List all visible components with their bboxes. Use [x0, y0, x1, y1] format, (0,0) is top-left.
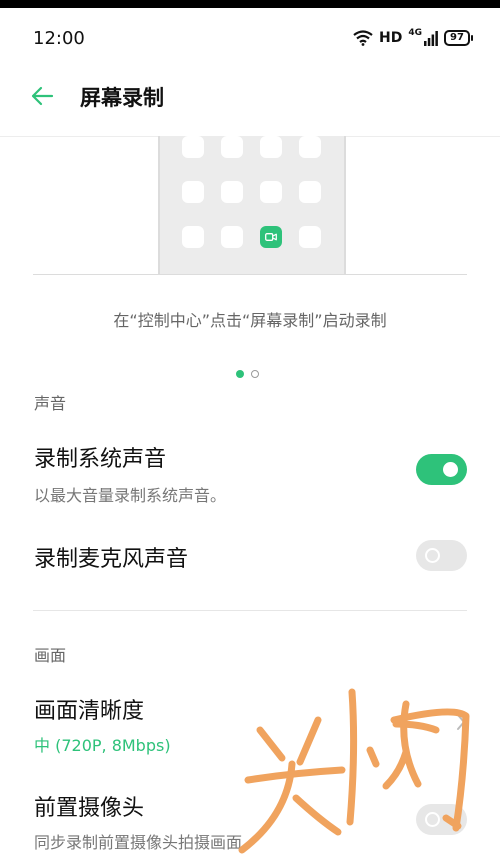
preview-caption: 在“控制中心”点击“屏幕录制”启动录制 [113, 311, 387, 330]
preview-baseline [33, 274, 467, 275]
status-icons: HD 4G 97 [353, 26, 473, 50]
page-indicator [236, 370, 259, 378]
screen-record-tile [260, 226, 282, 248]
wifi-icon [353, 30, 373, 46]
network-label: 4G [408, 28, 422, 38]
preview-tile [221, 181, 243, 203]
page-dot[interactable] [251, 370, 259, 378]
toggle-knob [443, 462, 458, 477]
app-header: 屏幕录制 [0, 68, 500, 137]
video-quality-value: 中 (720P, 8Mbps) [34, 736, 171, 755]
section-label-video: 画面 [34, 646, 67, 665]
record-system-sound-subtitle: 以最大音量录制系统声音。 [34, 486, 227, 505]
record-mic-sound-toggle[interactable] [416, 540, 467, 571]
preview-tile [182, 226, 204, 248]
signal-icon [424, 31, 438, 46]
preview-tile [182, 136, 204, 158]
section-divider [33, 610, 467, 611]
battery-level: 97 [450, 32, 464, 43]
preview-tile [221, 226, 243, 248]
control-center-preview [158, 136, 346, 274]
preview-tile [260, 136, 282, 158]
battery-icon: 97 [444, 30, 473, 46]
record-system-sound-toggle[interactable] [416, 454, 467, 485]
preview-tile [299, 226, 321, 248]
video-camera-icon [265, 233, 277, 241]
front-camera-title[interactable]: 前置摄像头 [34, 790, 144, 822]
hd-label: HD [379, 30, 403, 46]
page-dot-active[interactable] [236, 370, 244, 378]
preview-tile [299, 136, 321, 158]
handwritten-annotation [238, 688, 470, 854]
front-camera-toggle[interactable] [416, 804, 467, 835]
back-arrow-icon[interactable] [28, 82, 56, 110]
record-mic-sound-title[interactable]: 录制麦克风声音 [34, 541, 188, 573]
front-camera-subtitle: 同步录制前置摄像头拍摄画面。 [34, 833, 259, 852]
status-bar: 12:00 HD 4G 97 [0, 8, 500, 68]
toggle-knob [425, 548, 440, 563]
section-label-sound: 声音 [34, 394, 67, 413]
preview-tile [221, 136, 243, 158]
chevron-right-icon[interactable] [455, 712, 467, 732]
status-time: 12:00 [33, 28, 85, 49]
preview-tile [299, 181, 321, 203]
page-title: 屏幕录制 [80, 86, 164, 110]
toggle-knob [425, 812, 440, 827]
video-quality-title[interactable]: 画面清晰度 [34, 693, 144, 725]
preview-tile [182, 181, 204, 203]
preview-tile [260, 181, 282, 203]
top-black-bar [0, 0, 500, 8]
record-system-sound-title[interactable]: 录制系统声音 [34, 441, 166, 473]
